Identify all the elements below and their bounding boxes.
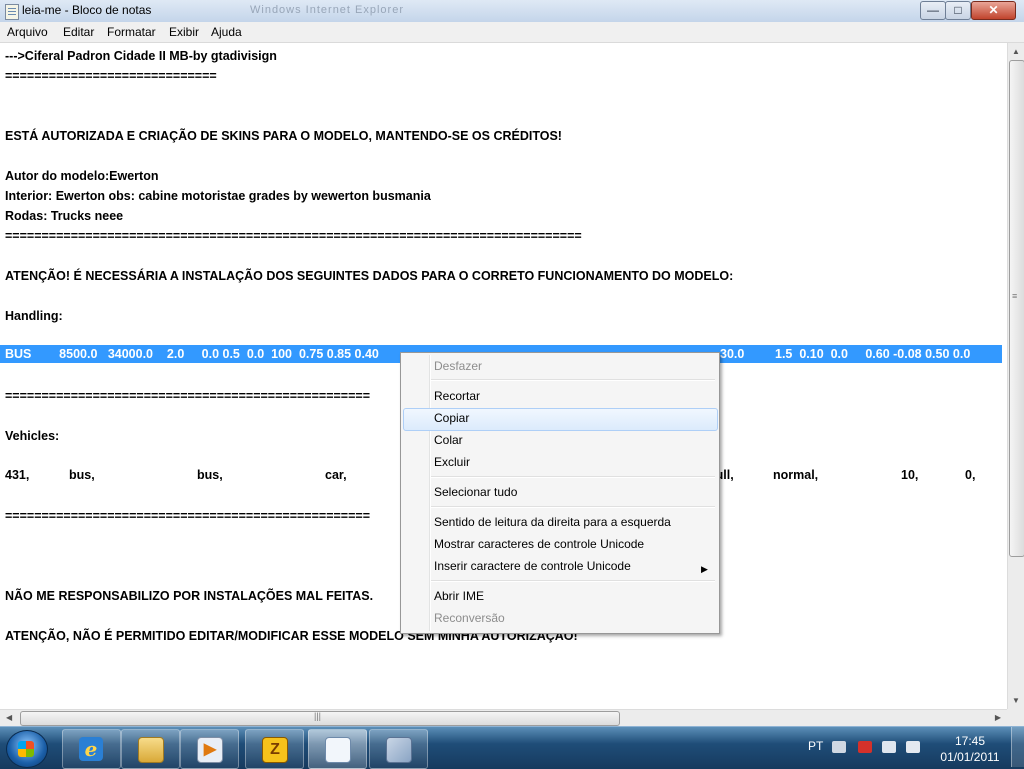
menu-exibir[interactable]: Exibir [169,25,199,39]
horizontal-scroll-thumb[interactable]: ||| [20,711,620,726]
context-menu: Desfazer Recortar Copiar Colar Excluir S… [400,352,720,634]
text-line: ========================================… [5,509,370,523]
text-line: NÃO ME RESPONSABILIZO POR INSTALAÇÕES MA… [5,589,374,603]
vertical-scrollbar[interactable]: ▲ ≡ ▼ [1007,43,1024,709]
text-line: ATENÇÃO! É NECESSÁRIA A INSTALAÇÃO DOS S… [5,269,734,283]
menu-item-rtl-reading[interactable]: Sentido de leitura da direita para a esq… [434,515,671,529]
notepad-icon [325,737,351,763]
menu-separator [431,379,715,381]
minimize-button[interactable]: — [920,1,946,20]
grip-icon: ||| [314,711,322,721]
title-bar: leia-me - Bloco de notas Windows Interne… [0,0,1024,23]
horizontal-scrollbar[interactable]: ◀ ||| ▶ [0,709,1007,727]
vehicle-cell: car, [325,468,347,482]
selected-text: 30.0 [720,347,745,361]
start-button[interactable] [6,730,48,768]
vehicle-cell: 10, [901,468,919,482]
text-line: Autor do modelo:Ewerton [5,169,159,183]
scroll-down-arrow-icon[interactable]: ▼ [1012,696,1020,705]
clock-time: 17:45 [954,734,986,748]
scroll-up-arrow-icon[interactable]: ▲ [1012,47,1020,56]
taskbar-windows-explorer[interactable] [121,729,180,769]
menu-item-reconversao[interactable]: Reconversão [434,611,505,625]
menu-item-copiar[interactable]: Copiar [434,411,469,425]
text-line: ============================= [5,69,217,83]
menu-item-desfazer[interactable]: Desfazer [434,359,482,373]
close-button[interactable]: ✕ [971,1,1016,20]
taskbar-notepad[interactable] [308,729,367,769]
menu-bar: Arquivo Editar Formatar Exibir Ajuda [0,22,1024,43]
text-line: Handling: [5,309,63,323]
antivirus-icon[interactable] [858,741,872,753]
menu-item-excluir[interactable]: Excluir [434,455,470,469]
media-player-icon: ▶ [197,737,223,763]
menu-item-selecionar-tudo[interactable]: Selecionar tudo [434,485,517,499]
menu-item-show-unicode[interactable]: Mostrar caracteres de controle Unicode [434,537,644,551]
vehicle-cell: bus, [197,468,223,482]
vehicle-cell: 431, [5,468,30,482]
menu-formatar[interactable]: Formatar [107,25,156,39]
taskbar-media-player[interactable]: ▶ [180,729,239,769]
submenu-arrow-icon: ▶ [701,564,708,574]
scroll-left-arrow-icon[interactable]: ◀ [6,713,12,722]
vehicle-cell: bus, [69,468,95,482]
vehicle-cell: normal, [773,468,819,482]
text-line: --->Ciferal Padron Cidade II MB-by gtadi… [5,49,277,63]
text-line: Vehicles: [5,429,60,443]
volume-icon[interactable] [906,741,920,753]
selected-text: 1.5 0.10 0.0 0.60 -0.08 0.50 0.0 [775,347,971,361]
menu-arquivo[interactable]: Arquivo [7,25,48,39]
text-line: ========================================… [5,229,582,243]
winzip-icon: Z [262,737,288,763]
window-title: leia-me - Bloco de notas [22,3,152,17]
tools-icon [386,737,412,763]
menu-item-colar[interactable]: Colar [434,433,463,447]
menu-separator [431,506,715,508]
folder-icon [138,737,164,763]
internet-explorer-icon: e [79,737,103,761]
scrollbar-corner [1007,709,1024,726]
language-indicator[interactable]: PT [808,739,823,753]
menu-ajuda[interactable]: Ajuda [211,25,242,39]
background-window-title: Windows Internet Explorer [250,4,404,16]
menu-item-abrir-ime[interactable]: Abrir IME [434,589,484,603]
vertical-scroll-thumb[interactable]: ≡ [1009,60,1024,557]
taskbar-winzip[interactable]: Z [245,729,304,769]
selected-text: BUS 8500.0 34000.0 2.0 0.0 0.5 0.0 100 0… [5,347,379,361]
taskbar-paint-tools[interactable] [369,729,428,769]
menu-item-recortar[interactable]: Recortar [434,389,480,403]
text-line: Interior: Ewerton obs: cabine motoristae… [5,189,431,203]
clock-date: 01/01/2011 [940,750,1000,764]
text-line: ========================================… [5,389,370,403]
text-line: ESTÁ AUTORIZADA E CRIAÇÃO DE SKINS PARA … [5,129,562,143]
taskbar-internet-explorer[interactable]: e [62,729,121,769]
network-icon[interactable] [882,741,896,753]
text-line: Rodas: Trucks neee [5,209,124,223]
keyboard-icon[interactable] [832,741,846,753]
menu-editar[interactable]: Editar [63,25,94,39]
system-clock[interactable]: 17:45 01/01/2011 [935,733,1005,765]
scroll-right-arrow-icon[interactable]: ▶ [995,713,1001,722]
vehicle-cell: 0, [965,468,976,482]
show-desktop-button[interactable] [1011,727,1024,767]
notepad-icon [5,4,19,20]
menu-separator [431,580,715,582]
grip-icon: ≡ [1012,291,1018,301]
maximize-button[interactable]: □ [945,1,971,20]
menu-separator [431,476,715,478]
menu-item-insert-unicode[interactable]: Inserir caractere de controle Unicode [434,559,631,573]
